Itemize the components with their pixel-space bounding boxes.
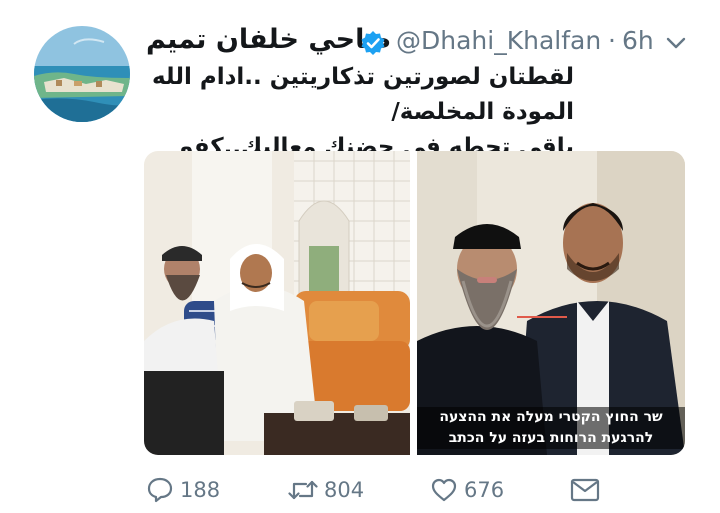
retweet-icon — [288, 480, 318, 500]
reply-count: 188 — [180, 478, 221, 502]
like-count: 676 — [464, 478, 505, 502]
tweet-text-line: لقطتان لصورتين تذكاريتين ..ادام الله الم… — [151, 64, 574, 125]
reply-button[interactable]: 188 — [146, 474, 220, 506]
tweet-actions: 188 804 676 — [144, 470, 704, 510]
photo-right[interactable]: שר החוץ הקטרי מעלה את ההצעה להרגעת הרוחו… — [417, 151, 685, 455]
handle[interactable]: @Dhahi_Khalfan — [396, 26, 601, 55]
verified-icon — [361, 31, 385, 55]
timestamp[interactable]: 6h — [622, 26, 654, 55]
tweet-text: لقطتان لصورتين تذكاريتين ..ادام الله الم… — [144, 60, 574, 165]
tweet-header: ضاحي خلفان تميم @Dhahi_Khalfan · 6h — [146, 22, 698, 62]
direct-message-icon — [570, 478, 600, 502]
video-subtitle-line: להרגעת הרוחות בעזה על הכתב — [417, 428, 685, 449]
display-name[interactable]: ضاحي خلفان تميم — [146, 24, 391, 55]
like-button[interactable]: 676 — [430, 474, 504, 506]
photo-left[interactable] — [144, 151, 410, 455]
retweet-count: 804 — [324, 478, 365, 502]
media-grid: שר החוץ הקטרי מעלה את ההצעה להרגעת הרוחו… — [144, 151, 685, 455]
reply-icon — [147, 477, 173, 503]
caret-down-icon[interactable] — [666, 36, 686, 50]
retweet-button[interactable]: 804 — [288, 474, 364, 506]
avatar[interactable] — [34, 26, 130, 122]
direct-message-button[interactable] — [570, 474, 600, 506]
video-subtitle-line: שר החוץ הקטרי מעלה את ההצעה — [417, 407, 685, 428]
photo-left-image — [144, 151, 410, 455]
like-icon — [431, 478, 457, 502]
avatar-image — [34, 26, 130, 122]
separator-dot: · — [608, 26, 616, 55]
tweet-card[interactable]: ضاحي خلفان تميم @Dhahi_Khalfan · 6h لقطت… — [0, 0, 720, 513]
